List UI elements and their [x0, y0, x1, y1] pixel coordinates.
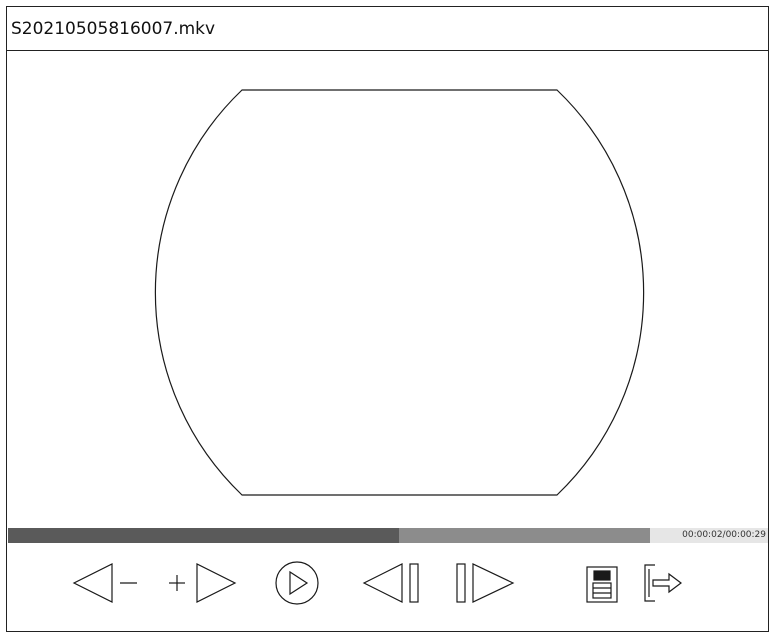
time-display: 00:00:02/00:00:29: [682, 530, 766, 540]
player-window: S20210505816007.mkv 00:00:02/00:00:29: [6, 6, 769, 632]
next-frame-button[interactable]: [455, 562, 517, 604]
floppy-disk-icon: [586, 566, 618, 603]
video-frame-outline: [154, 89, 645, 496]
window-title: S20210505816007.mkv: [11, 19, 216, 39]
play-button[interactable]: [269, 560, 325, 606]
title-bar: S20210505816007.mkv: [7, 7, 768, 51]
exit-button[interactable]: [641, 561, 685, 605]
progress-bar[interactable]: 00:00:02/00:00:29: [8, 528, 768, 543]
step-forward-icon: [456, 563, 515, 603]
plus-forward-icon: [169, 563, 237, 603]
exit-arrow-icon: [644, 564, 682, 602]
rewind-minus-icon: [72, 563, 137, 603]
save-button[interactable]: [585, 565, 621, 605]
progress-buffered: [399, 528, 651, 543]
previous-frame-button[interactable]: [362, 562, 424, 604]
play-circle-icon: [275, 561, 319, 605]
lens-boundary-shape: [154, 89, 645, 496]
slow-down-button[interactable]: [72, 562, 142, 604]
speed-up-button[interactable]: [167, 562, 239, 604]
step-back-icon: [362, 563, 419, 603]
progress-played: [8, 528, 400, 543]
video-display[interactable]: [7, 51, 768, 525]
